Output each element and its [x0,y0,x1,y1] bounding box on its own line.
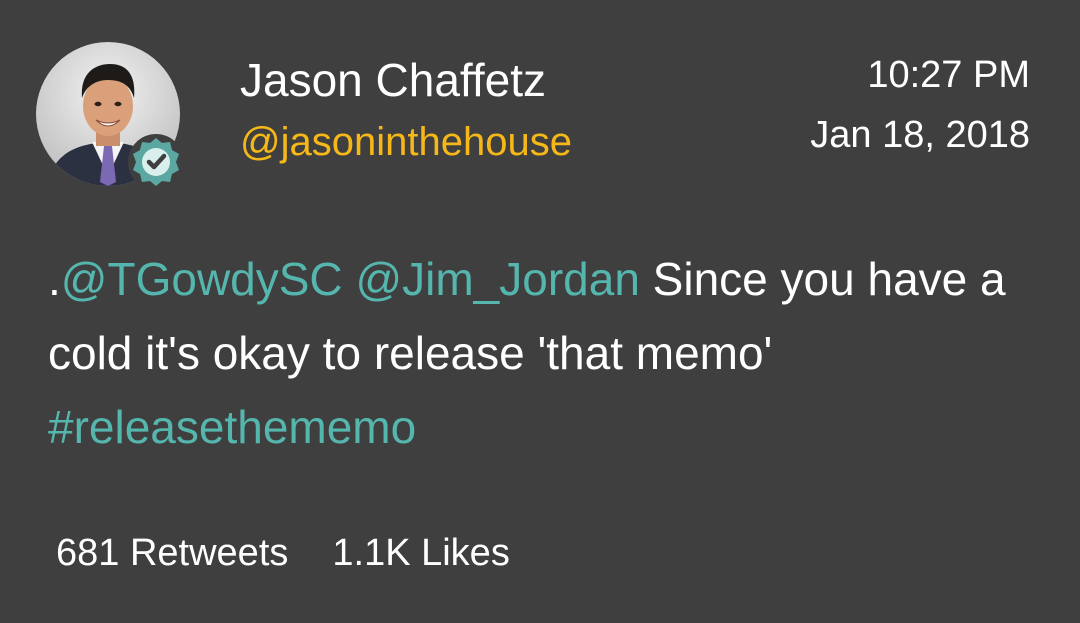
verified-check-icon [128,134,184,190]
hashtag-link[interactable]: #releasethememo [48,401,416,453]
author-display-name[interactable]: Jason Chaffetz [240,50,546,110]
tweet-card: Jason Chaffetz @jasoninthehouse 10:27 PM… [0,0,1080,623]
retweets-stat[interactable]: 681 Retweets [56,528,288,578]
retweets-label: Retweets [129,532,289,574]
tweet-time: 10:27 PM [867,54,1030,96]
retweets-count: 681 [56,532,120,574]
mention-link[interactable]: @Jim_Jordan [355,253,639,305]
mention-link[interactable]: @TGowdySC [61,253,343,305]
author-handle[interactable]: @jasoninthehouse [240,114,572,170]
tweet-date: Jan 18, 2018 [810,114,1030,156]
tweet-text: .@TGowdySC @Jim_Jordan Since you have a … [48,242,1038,464]
likes-stat[interactable]: 1.1K Likes [332,528,509,578]
avatar[interactable] [36,42,184,190]
likes-count: 1.1K [332,532,411,574]
tweet-prefix: . [48,253,61,305]
tweet-stats: 681 Retweets 1.1K Likes [56,528,554,578]
likes-label: Likes [421,532,510,574]
verified-badge [126,132,186,192]
